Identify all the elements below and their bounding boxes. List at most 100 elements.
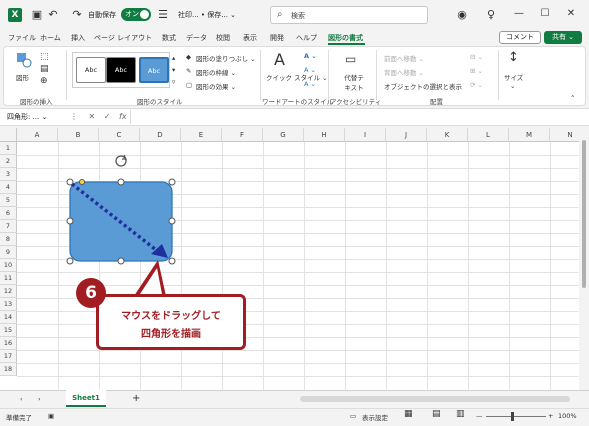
gallery-more-icon[interactable]: ▿	[172, 78, 175, 86]
row-header[interactable]: 2	[0, 155, 17, 168]
scrollbar-thumb[interactable]	[582, 140, 586, 288]
column-header[interactable]: D	[140, 128, 181, 142]
column-header[interactable]: A	[17, 128, 58, 142]
row-header[interactable]: 18	[0, 363, 17, 376]
tab-insert[interactable]: 挿入	[71, 33, 85, 43]
row-header[interactable]: 6	[0, 207, 17, 220]
name-box[interactable]: 四角形: ... ⌄	[4, 110, 62, 124]
wordart-icon[interactable]: A	[274, 50, 285, 69]
document-title[interactable]: 社印... • 保存... ⌄	[178, 10, 236, 20]
row-header[interactable]: 7	[0, 220, 17, 233]
display-settings-icon[interactable]: ▭	[350, 412, 356, 420]
undo-icon[interactable]: ↶	[46, 8, 60, 22]
row-header[interactable]: 9	[0, 246, 17, 259]
search-box[interactable]: ⌕ 検索	[270, 6, 428, 24]
column-header[interactable]: K	[427, 128, 468, 142]
text-fill-icon[interactable]: A ⌄	[304, 52, 317, 60]
style-preset-3[interactable]: Abc	[139, 57, 169, 83]
drawn-rectangle-overlay[interactable]	[60, 150, 190, 275]
size-chevron-icon[interactable]: ⌄	[510, 82, 515, 90]
column-header[interactable]: B	[58, 128, 99, 142]
autosave-toggle[interactable]: オン	[121, 8, 151, 21]
account-icon[interactable]: ◉	[455, 8, 469, 22]
add-sheet-button[interactable]: +	[132, 393, 140, 404]
tab-formulas[interactable]: 数式	[162, 33, 176, 43]
horizontal-scrollbar[interactable]	[300, 396, 570, 402]
merge-shapes-icon[interactable]: ⊕	[40, 76, 48, 86]
column-header[interactable]: C	[99, 128, 140, 142]
row-header[interactable]: 12	[0, 285, 17, 298]
corner-radius-handle[interactable]	[79, 179, 85, 185]
prev-sheet-icon[interactable]: ‹	[20, 395, 23, 403]
maximize-button[interactable]: ☐	[534, 6, 556, 22]
accessibility-icon[interactable]: ▣	[48, 412, 54, 420]
shape-fill-button[interactable]: 図形の塗りつぶし ⌄	[196, 53, 256, 63]
row-header[interactable]: 8	[0, 233, 17, 246]
tab-help[interactable]: ヘルプ	[296, 33, 317, 43]
select-all-corner[interactable]	[0, 128, 17, 142]
align-icon[interactable]: ⊟ ⌄	[470, 53, 483, 61]
comment-button[interactable]: コメント	[499, 31, 541, 44]
row-header[interactable]: 15	[0, 324, 17, 337]
zoom-out-icon[interactable]: —	[476, 412, 483, 420]
row-header[interactable]: 5	[0, 194, 17, 207]
column-header[interactable]: I	[345, 128, 386, 142]
row-header[interactable]: 1	[0, 142, 17, 155]
sheet-tab-sheet1[interactable]: Sheet1	[66, 390, 106, 407]
page-break-view-icon[interactable]: ▥	[456, 409, 465, 419]
style-preset-1[interactable]: Abc	[76, 57, 106, 83]
column-header[interactable]: H	[304, 128, 345, 142]
tab-page-layout[interactable]: ページ レイアウト	[94, 33, 152, 43]
rotate-handle-icon[interactable]	[115, 154, 127, 167]
close-button[interactable]: ✕	[560, 6, 582, 22]
next-sheet-icon[interactable]: ›	[38, 395, 41, 403]
text-box-icon[interactable]: ▤	[40, 64, 49, 74]
tab-view[interactable]: 表示	[243, 33, 257, 43]
more-icon[interactable]: ⋮	[70, 112, 78, 121]
zoom-in-icon[interactable]: +	[548, 412, 553, 420]
alt-text-icon[interactable]: ▭	[345, 52, 356, 66]
enter-icon[interactable]: ✓	[104, 112, 111, 121]
shapes-label[interactable]: 図形	[16, 72, 29, 82]
column-header[interactable]: M	[509, 128, 550, 142]
text-outline-icon[interactable]: A ⌄	[304, 66, 316, 74]
formula-input[interactable]	[130, 110, 585, 124]
size-button[interactable]: サイズ	[504, 72, 523, 82]
row-header[interactable]: 14	[0, 311, 17, 324]
tab-shape-format[interactable]: 図形の書式	[328, 33, 363, 43]
gallery-up-icon[interactable]: ▴	[172, 54, 175, 62]
column-header[interactable]: E	[181, 128, 222, 142]
row-header[interactable]: 13	[0, 298, 17, 311]
rotate-icon[interactable]: ⟳ ⌄	[470, 81, 483, 89]
row-header[interactable]: 3	[0, 168, 17, 181]
edit-shape-icon[interactable]: ⬚	[40, 52, 49, 62]
resize-handle[interactable]	[168, 178, 176, 186]
group-icon[interactable]: ⊞ ⌄	[470, 67, 483, 75]
row-header[interactable]: 11	[0, 272, 17, 285]
text-effects-icon[interactable]: A ⌄	[304, 80, 316, 88]
bring-forward-button[interactable]: 前面へ移動 ⌄	[384, 53, 424, 63]
resize-handle[interactable]	[168, 217, 176, 225]
row-header[interactable]: 17	[0, 350, 17, 363]
tab-home[interactable]: ホーム	[40, 33, 61, 43]
tab-developer[interactable]: 開発	[270, 33, 284, 43]
cancel-icon[interactable]: ✕	[89, 112, 96, 121]
size-icon[interactable]: ↕	[508, 50, 519, 65]
gallery-down-icon[interactable]: ▾	[172, 66, 175, 74]
redo-icon[interactable]: ↷	[70, 8, 84, 22]
alt-text-button[interactable]: 代替テ キスト	[342, 72, 366, 92]
shapes-icon[interactable]	[16, 52, 32, 68]
zoom-slider-thumb[interactable]	[511, 412, 514, 421]
share-button[interactable]: 共有 ⌄	[544, 31, 582, 44]
display-settings-button[interactable]: 表示設定	[362, 412, 388, 422]
column-header[interactable]: F	[222, 128, 263, 142]
vertical-scrollbar[interactable]	[579, 128, 589, 390]
row-header[interactable]: 10	[0, 259, 17, 272]
resize-handle[interactable]	[66, 178, 74, 186]
column-header[interactable]: J	[386, 128, 427, 142]
column-header[interactable]: L	[468, 128, 509, 142]
lightbulb-icon[interactable]: ♀	[484, 8, 498, 22]
normal-view-icon[interactable]: ▦	[404, 409, 413, 419]
row-header[interactable]: 16	[0, 337, 17, 350]
row-header[interactable]: 4	[0, 181, 17, 194]
